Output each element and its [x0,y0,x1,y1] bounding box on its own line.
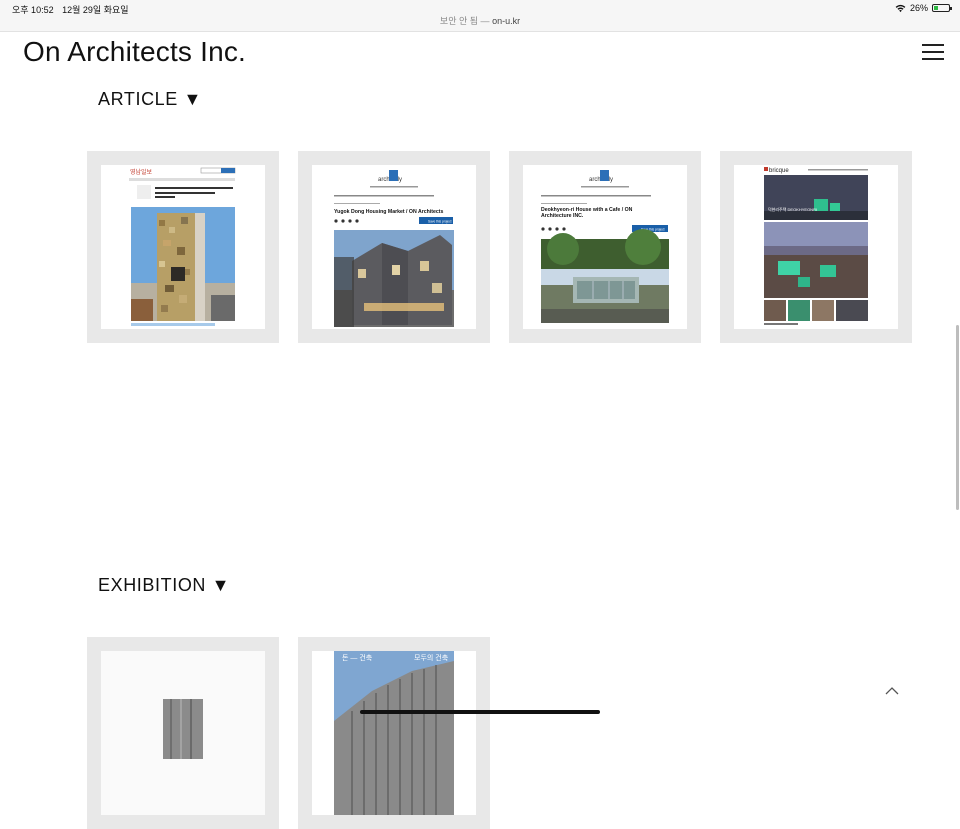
article-thumbnail-2: archdaily Yugok Dong Housing Market / ON… [312,165,476,329]
exhibition-section-title[interactable]: EXHIBITION ▼ [98,575,230,596]
article-card-4[interactable]: bricque 덕현리주택 DEOKHYEONRI [720,151,912,343]
exhibition-card-1[interactable] [87,637,279,829]
article-1-source: 영남일보 [130,168,153,176]
article-card-1[interactable]: 영남일보 [87,151,279,343]
article-thumbnail-1: 영남일보 [101,165,265,329]
status-bar: 오후 10:52 12월 29일 화요일 보안 안 됨 — on-u.kr 26… [0,0,960,32]
article-4-headline: 덕현리주택 DEOKHYEONRI [768,206,817,212]
article-section-title[interactable]: ARTICLE ▼ [98,89,202,110]
article-2-headline: Yugok Dong Housing Market / ON Architect… [334,209,443,215]
exhibition-thumbnail-2: 돈 — 건축 모두의 건축 [312,651,476,815]
article-2-save-button: Save this project [428,220,452,224]
exhibition-2-label-right: 모두의 건축 [414,653,449,662]
article-4-source: bricque [769,168,789,174]
battery-percent: 26% [909,3,928,13]
home-indicator[interactable] [360,710,600,714]
article-card-2[interactable]: archdaily Yugok Dong Housing Market / ON… [298,151,490,343]
status-right: 26% [895,3,952,13]
chevron-up-icon[interactable] [882,683,902,697]
hamburger-menu-icon[interactable] [922,44,944,61]
article-thumbnail-4: bricque 덕현리주택 DEOKHYEONRI [734,165,898,329]
article-card-3[interactable]: archdaily Deokhyeon-ri House with a Cafe… [509,151,701,343]
wifi-icon [895,4,906,12]
article-3-headline: Deokhyeon-ri House with a Cafe / ON Arch… [541,207,633,219]
exhibition-card-2[interactable]: 돈 — 건축 모두의 건축 [298,637,490,829]
logo-rest: Architects Inc. [67,36,247,67]
url-text: on-u.kr [492,16,521,26]
article-thumbnail-3: archdaily Deokhyeon-ri House with a Cafe… [523,165,687,329]
logo-on: On [23,36,61,67]
exhibition-2-label-left: 돈 — 건축 [342,653,373,662]
site-logo[interactable]: On Architects Inc. [23,36,246,68]
secure-label: 보안 안 됨 — [439,16,490,26]
battery-level [934,6,938,10]
battery-icon [932,4,952,12]
exhibition-thumbnail-1 [101,651,265,815]
address-bar[interactable]: 보안 안 됨 — on-u.kr [0,14,960,27]
vertical-scrollbar[interactable] [956,325,959,510]
